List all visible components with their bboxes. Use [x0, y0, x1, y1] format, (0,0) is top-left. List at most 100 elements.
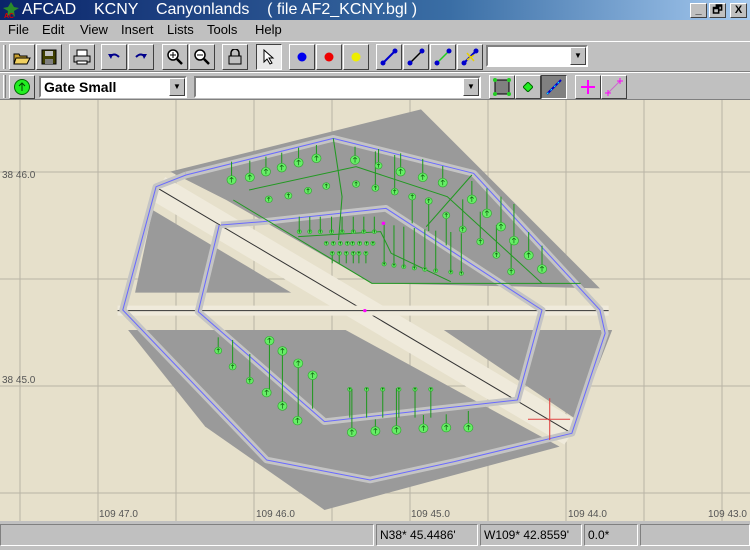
menu-file[interactable]: File: [8, 20, 29, 40]
taxi-link-icon: [546, 79, 562, 95]
path-blue-icon: [380, 48, 398, 66]
save-icon: [41, 49, 57, 65]
lon-label: 109 45.0: [411, 509, 450, 520]
vertex-icon: [523, 82, 533, 92]
lon-label: 109 43.0: [708, 509, 747, 520]
gate: [357, 240, 363, 246]
chevron-down-icon[interactable]: ▼: [463, 78, 479, 96]
lat-label: 38 45.0: [2, 375, 36, 386]
gate: [337, 240, 343, 246]
gate: [323, 240, 329, 246]
toolbar-grip[interactable]: [3, 75, 6, 98]
add-link-button[interactable]: [601, 75, 627, 99]
select-arrow-icon: [263, 49, 275, 65]
chevron-down-icon[interactable]: ▼: [169, 78, 185, 96]
add-link-icon: [605, 78, 623, 96]
lock-button[interactable]: [222, 44, 248, 70]
add-point-icon: [581, 80, 595, 94]
gate: [292, 415, 303, 426]
gate: [350, 240, 356, 246]
gate: [304, 186, 312, 195]
lock-icon: [228, 49, 242, 65]
gate: [284, 191, 293, 200]
gate: [330, 240, 336, 246]
lon-label: 109 46.0: [256, 509, 295, 520]
lat-label: 38 46.0: [2, 170, 36, 181]
save-button[interactable]: [36, 44, 62, 70]
status-heading: 0.0*: [584, 524, 638, 546]
gate: [370, 240, 376, 246]
gate-icon: [14, 79, 30, 95]
zoom-in-icon: [167, 49, 183, 65]
menu-tools[interactable]: Tools: [207, 20, 237, 40]
select-button[interactable]: [256, 44, 282, 70]
menu-edit[interactable]: Edit: [42, 20, 64, 40]
add-blue-node-button[interactable]: [289, 44, 315, 70]
object-toolbar: Gate Small ▼ ▼: [0, 72, 750, 100]
menu-bar: File Edit View Insert Lists Tools Help: [0, 20, 750, 40]
runway-node: [363, 308, 367, 313]
blue-node-icon: [297, 52, 307, 62]
path-split-icon: [461, 48, 479, 66]
gate: [264, 195, 273, 203]
window-title: AFCAD KCNY Canyonlands ( file AF2_KCNY.b…: [22, 1, 418, 18]
lon-label: 109 44.0: [568, 509, 607, 520]
object-type-value: Gate Small: [44, 79, 117, 95]
menu-lists[interactable]: Lists: [167, 20, 194, 40]
apron-button[interactable]: [489, 75, 515, 99]
print-button[interactable]: [69, 44, 95, 70]
vertex-button[interactable]: [515, 75, 541, 99]
add-yellow-node-button[interactable]: [343, 44, 369, 70]
restore-button[interactable]: 🗗: [709, 3, 726, 18]
path-blue-button[interactable]: [376, 44, 402, 70]
main-toolbar: ▼: [0, 41, 750, 72]
toolbar-combo[interactable]: ▼: [486, 45, 588, 67]
airport-map-canvas[interactable]: 38 46.0 38 45.0 109 47.0 109 46.0 109 45…: [0, 100, 750, 521]
object-type-combo[interactable]: Gate Small ▼: [39, 76, 187, 98]
split-path-button[interactable]: [457, 44, 483, 70]
redo-icon: [135, 53, 147, 59]
title-bar: AC AFCAD KCNY Canyonlands ( file AF2_KCN…: [0, 0, 750, 20]
path-black-button[interactable]: [403, 44, 429, 70]
gate: [352, 180, 360, 188]
path-green-icon: [434, 48, 452, 66]
chevron-down-icon[interactable]: ▼: [570, 47, 586, 65]
gate: [364, 240, 370, 246]
red-node-icon: [324, 52, 334, 62]
airport-map[interactable]: [0, 100, 750, 521]
gate: [344, 240, 350, 246]
menu-help[interactable]: Help: [255, 20, 282, 40]
gate: [261, 387, 272, 398]
taxi-link-button[interactable]: [541, 75, 567, 99]
gate: [322, 182, 331, 190]
path-green-button[interactable]: [430, 44, 456, 70]
zoom-out-button[interactable]: [189, 44, 215, 70]
add-red-node-button[interactable]: [316, 44, 342, 70]
yellow-node-icon: [351, 52, 361, 62]
selected-node: [381, 221, 386, 225]
gate: [277, 401, 288, 411]
zoom-in-button[interactable]: [162, 44, 188, 70]
menu-view[interactable]: View: [80, 20, 108, 40]
undo-icon: [108, 53, 120, 59]
open-icon: [13, 53, 31, 65]
print-icon: [73, 49, 91, 65]
minimize-button[interactable]: _: [690, 3, 707, 18]
lon-label: 109 47.0: [99, 509, 138, 520]
redo-button[interactable]: [128, 44, 154, 70]
menu-insert[interactable]: Insert: [121, 20, 154, 40]
add-point-button[interactable]: [575, 75, 601, 99]
apron-icon: [493, 78, 511, 96]
toolbar-grip[interactable]: [3, 45, 6, 69]
status-message: [0, 524, 374, 546]
status-extra: [640, 524, 750, 546]
open-button[interactable]: [9, 44, 35, 70]
path-black-icon: [407, 48, 425, 66]
status-latitude: N38* 45.4486': [376, 524, 478, 546]
object-name-combo[interactable]: ▼: [194, 76, 481, 98]
undo-button[interactable]: [101, 44, 127, 70]
gate-mode-button[interactable]: [9, 75, 35, 99]
afcad-app-icon: AC: [3, 2, 19, 19]
close-button[interactable]: X: [730, 3, 747, 18]
svg-text:AC: AC: [4, 13, 14, 19]
